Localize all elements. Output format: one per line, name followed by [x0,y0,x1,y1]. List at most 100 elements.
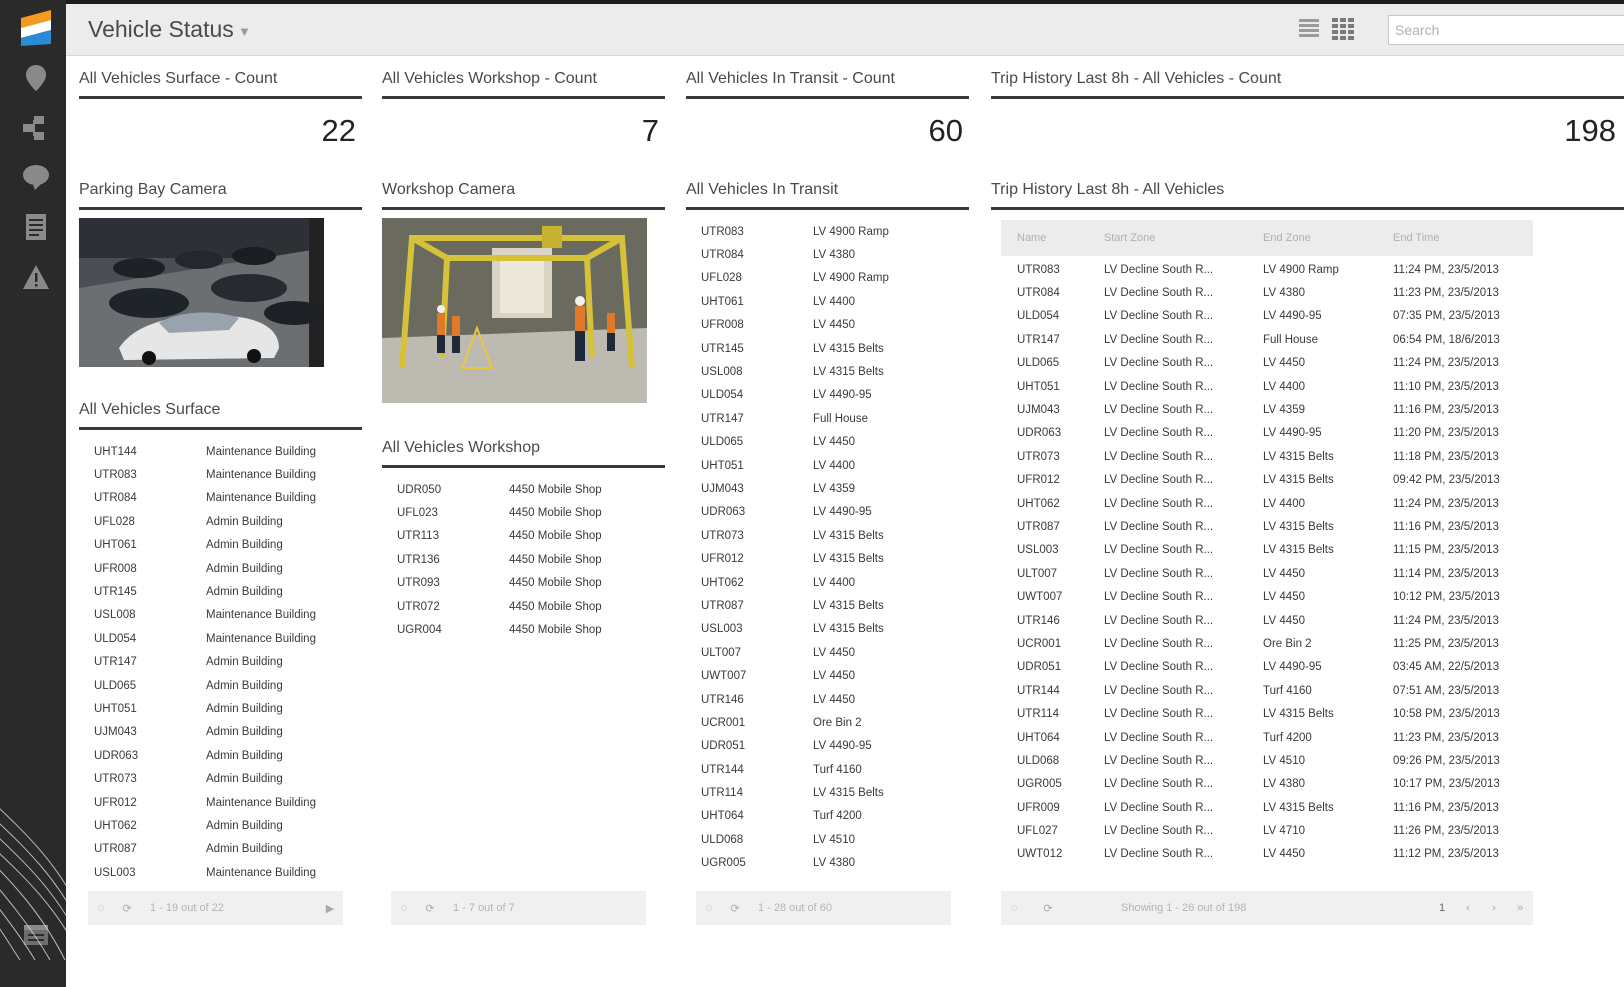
page-next-icon[interactable]: ▶ [317,895,343,921]
list-item[interactable]: UTR073 Admin Building [79,767,362,790]
table-row[interactable]: UTR147 LV Decline South R... Full House 06:… [1001,328,1533,351]
table-row[interactable]: UDR063 LV Decline South R... LV 4490-95 11:… [1001,422,1533,445]
map-pin-icon[interactable] [22,64,50,92]
workshop-camera-feed[interactable] [382,218,647,403]
list-item[interactable]: UHT062 Admin Building [79,814,362,837]
list-item[interactable]: ULD068 LV 4510 [686,828,969,851]
col-header-end-zone[interactable]: End Zone [1263,232,1393,244]
list-item[interactable]: USL008 Maintenance Building [79,604,362,627]
table-row[interactable]: ULD065 LV Decline South R... LV 4450 11:24 … [1001,352,1533,375]
list-item[interactable]: UHT064 Turf 4200 [686,805,969,828]
list-item[interactable]: UTR145 LV 4315 Belts [686,337,969,360]
table-row[interactable]: UTR087 LV Decline South R... LV 4315 Belts… [1001,515,1533,538]
table-row[interactable]: UHT062 LV Decline South R... LV 4400 11:24 … [1001,492,1533,515]
list-item[interactable]: ULD065 LV 4450 [686,431,969,454]
grid-view-icon[interactable] [1331,17,1355,41]
list-item[interactable]: UDR063 LV 4490-95 [686,501,969,524]
page-first-icon[interactable]: ◌ [1001,895,1027,921]
list-item[interactable]: UTR087 LV 4315 Belts [686,594,969,617]
document-icon[interactable] [22,213,50,241]
refresh-icon[interactable]: ⟳ [114,895,140,921]
app-logo[interactable] [19,10,53,46]
list-item[interactable]: UTR087 Admin Building [79,838,362,861]
list-item[interactable]: UGR004 4450 Mobile Shop [382,618,665,641]
table-row[interactable]: UCR001 LV Decline South R... Ore Bin 2 11:2… [1001,632,1533,655]
warning-icon[interactable] [22,263,50,291]
list-item[interactable]: UTR083 Maintenance Building [79,463,362,486]
table-row[interactable]: UHT064 LV Decline South R... Turf 4200 11:2… [1001,726,1533,749]
table-row[interactable]: UTR114 LV Decline South R... LV 4315 Belts… [1001,702,1533,725]
list-item[interactable]: UFR008 LV 4450 [686,314,969,337]
list-item[interactable]: UGR005 LV 4380 [686,852,969,875]
search-input[interactable] [1388,15,1624,45]
list-item[interactable]: UTR136 4450 Mobile Shop [382,548,665,571]
list-item[interactable]: UTR145 Admin Building [79,580,362,603]
table-row[interactable]: UTR083 LV Decline South R... LV 4900 Ramp 1… [1001,258,1533,281]
list-item[interactable]: ULD065 Admin Building [79,674,362,697]
page-first-icon[interactable]: ◌ [391,895,417,921]
table-row[interactable]: ULD068 LV Decline South R... LV 4510 09:26 … [1001,749,1533,772]
list-item[interactable]: UFL023 4450 Mobile Shop [382,501,665,524]
list-item[interactable]: UFL028 Admin Building [79,510,362,533]
list-item[interactable]: UHT062 LV 4400 [686,571,969,594]
list-item[interactable]: UTR113 4450 Mobile Shop [382,525,665,548]
table-row[interactable]: UFR012 LV Decline South R... LV 4315 Belts… [1001,469,1533,492]
page-number[interactable]: 1 [1429,895,1455,921]
list-item[interactable]: UHT061 LV 4400 [686,290,969,313]
table-row[interactable]: UTR146 LV Decline South R... LV 4450 11:24 … [1001,609,1533,632]
table-row[interactable]: ULT007 LV Decline South R... LV 4450 11:14 … [1001,562,1533,585]
list-item[interactable]: UTR072 4450 Mobile Shop [382,595,665,618]
table-row[interactable]: UTR144 LV Decline South R... Turf 4160 07:5… [1001,679,1533,702]
list-item[interactable]: UHT051 Admin Building [79,697,362,720]
list-item[interactable]: UTR083 LV 4900 Ramp [686,220,969,243]
table-row[interactable]: UFR009 LV Decline South R... LV 4315 Belts… [1001,796,1533,819]
parking-camera-feed[interactable] [79,218,324,367]
list-item[interactable]: UHT051 LV 4400 [686,454,969,477]
list-item[interactable]: UDR063 Admin Building [79,744,362,767]
list-item[interactable]: USL008 LV 4315 Belts [686,360,969,383]
list-item[interactable]: UFR012 Maintenance Building [79,791,362,814]
table-row[interactable]: UHT051 LV Decline South R... LV 4400 11:10 … [1001,375,1533,398]
page-next-icon[interactable]: › [1481,895,1507,921]
page-last-icon[interactable]: » [1507,895,1533,921]
list-item[interactable]: UTR144 Turf 4160 [686,758,969,781]
list-item[interactable]: UHT061 Admin Building [79,534,362,557]
col-header-end-time[interactable]: End Time [1393,232,1533,244]
list-item[interactable]: UWT007 LV 4450 [686,664,969,687]
list-item[interactable]: UFL028 LV 4900 Ramp [686,267,969,290]
list-item[interactable]: ULD054 Maintenance Building [79,627,362,650]
chat-bubble-icon[interactable] [22,163,50,191]
table-row[interactable]: UJM043 LV Decline South R... LV 4359 11:16 … [1001,398,1533,421]
list-item[interactable]: ULT007 LV 4450 [686,641,969,664]
col-header-start-zone[interactable]: Start Zone [1104,232,1263,244]
refresh-icon[interactable]: ⟳ [722,895,748,921]
list-item[interactable]: UJM043 Admin Building [79,721,362,744]
col-header-name[interactable]: Name [1001,232,1104,244]
chevron-down-icon[interactable]: ▼ [238,24,251,39]
list-item[interactable]: UHT144 Maintenance Building [79,440,362,463]
table-row[interactable]: UWT007 LV Decline South R... LV 4450 10:12 … [1001,585,1533,608]
list-view-icon[interactable] [1298,17,1320,39]
table-row[interactable]: ULD054 LV Decline South R... LV 4490-95 07:… [1001,305,1533,328]
hierarchy-icon[interactable] [22,114,50,142]
list-item[interactable]: UFR008 Admin Building [79,557,362,580]
list-item[interactable]: ULD054 LV 4490-95 [686,384,969,407]
list-item[interactable]: UCR001 Ore Bin 2 [686,711,969,734]
page-first-icon[interactable]: ◌ [696,895,722,921]
table-row[interactable]: UTR073 LV Decline South R... LV 4315 Belts… [1001,445,1533,468]
list-item[interactable]: UTR084 Maintenance Building [79,487,362,510]
table-row[interactable]: UTR084 LV Decline South R... LV 4380 11:23 … [1001,281,1533,304]
list-item[interactable]: UJM043 LV 4359 [686,477,969,500]
list-item[interactable]: UDR050 4450 Mobile Shop [382,478,665,501]
list-item[interactable]: UTR147 Full House [686,407,969,430]
table-row[interactable]: UWT012 LV Decline South R... LV 4450 11:12 … [1001,843,1533,866]
page-first-icon[interactable]: ◌ [88,895,114,921]
list-item[interactable]: UTR093 4450 Mobile Shop [382,572,665,595]
list-item[interactable]: USL003 LV 4315 Belts [686,618,969,641]
refresh-icon[interactable]: ⟳ [1035,895,1061,921]
list-item[interactable]: UTR147 Admin Building [79,651,362,674]
list-item[interactable]: UTR084 LV 4380 [686,243,969,266]
list-item[interactable]: UTR073 LV 4315 Belts [686,524,969,547]
refresh-icon[interactable]: ⟳ [417,895,443,921]
page-prev-icon[interactable]: ‹ [1455,895,1481,921]
